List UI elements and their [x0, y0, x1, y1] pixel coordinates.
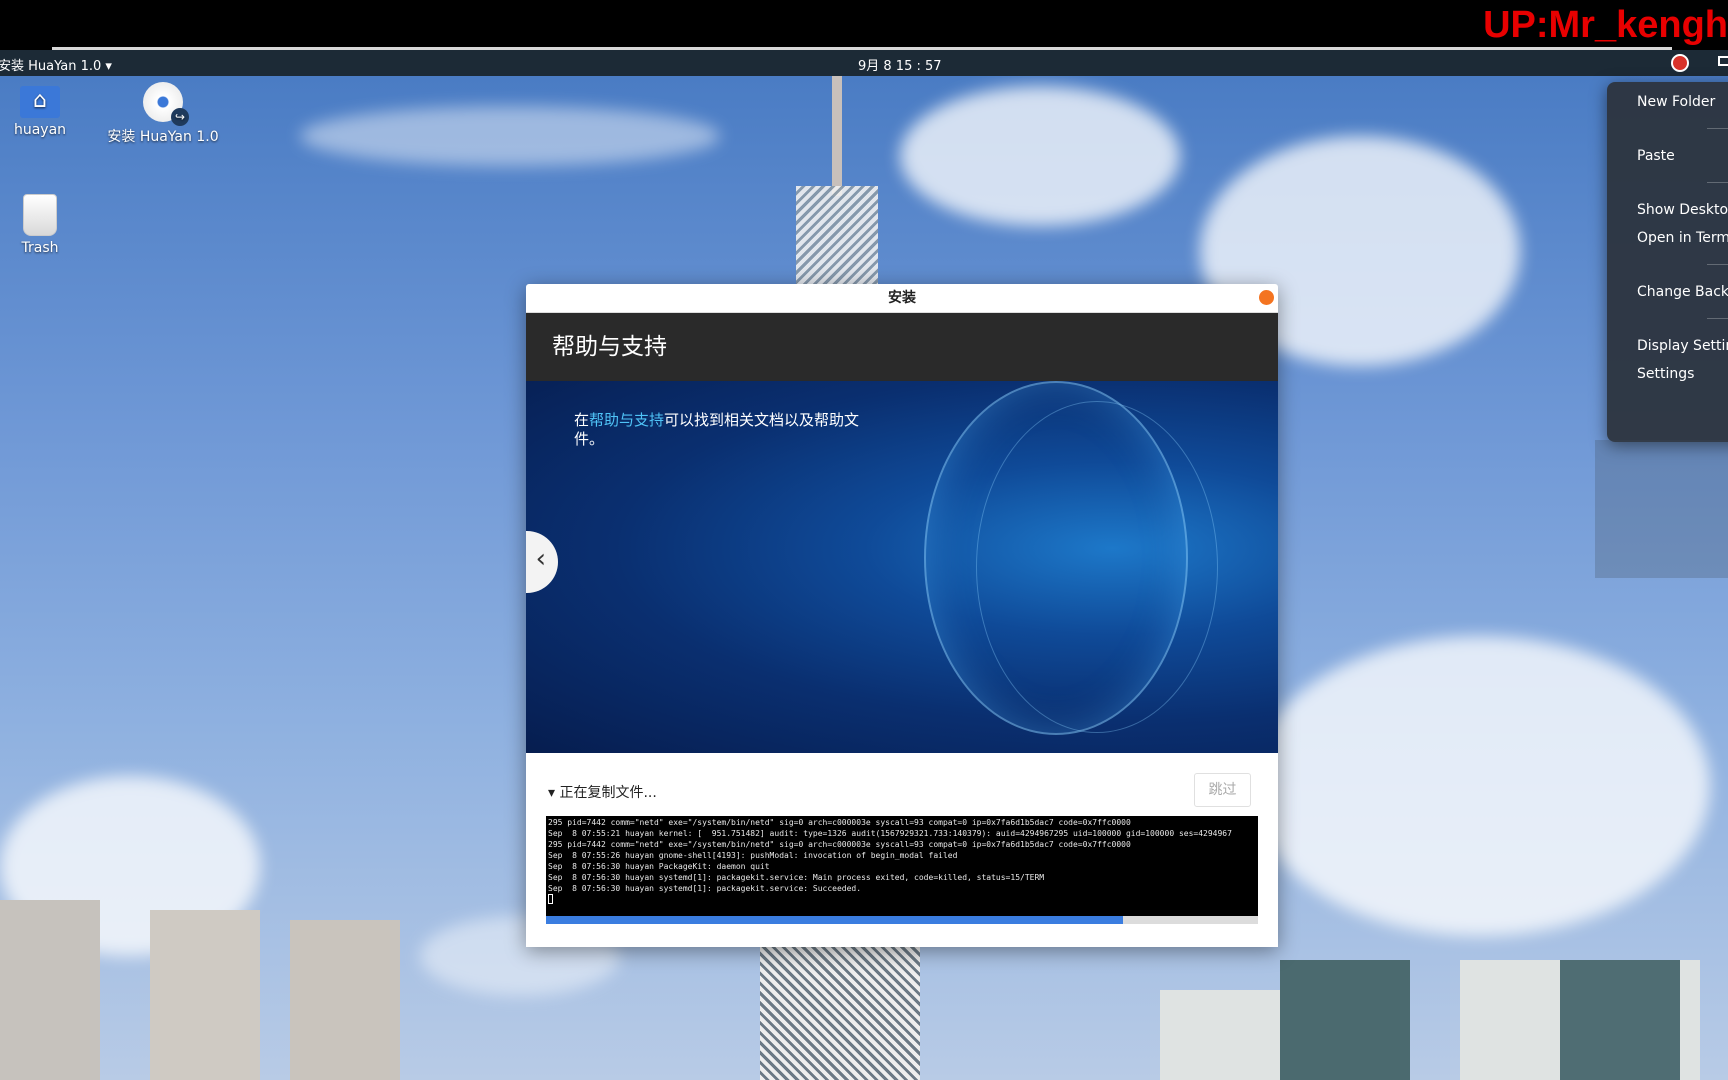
menu-item-display-settings[interactable]: Display Settings	[1637, 338, 1728, 354]
progress-fill	[546, 916, 1123, 924]
desktop-icon-trash[interactable]: Trash	[8, 194, 72, 256]
desktop-icon-label: Trash	[21, 240, 59, 256]
menu-separator	[1707, 182, 1728, 183]
log-line: 295 pid=7442 comm="netd" exe="/system/bi…	[548, 818, 1131, 827]
triangle-down-icon: ▾	[548, 785, 556, 801]
log-line: Sep 8 07:55:21 huayan kernel: [ 951.7514…	[548, 829, 1232, 838]
desktop-icon-installer[interactable]: 安装 HuaYan 1.0	[103, 82, 223, 146]
desktop-icon-label: 安装 HuaYan 1.0	[107, 129, 219, 145]
network-indicator-icon[interactable]	[1671, 54, 1689, 72]
log-line: Sep 8 07:56:30 huayan systemd[1]: packag…	[548, 873, 1045, 882]
recording-black-bar	[0, 0, 1728, 50]
install-progress-area: ▾ 正在复制文件... 跳过 295 pid=7442 comm="netd" …	[526, 753, 1278, 948]
menu-item-open-terminal[interactable]: Open in Terminal	[1637, 230, 1728, 246]
watermark-text: UP:Mr_kengh	[1483, 4, 1728, 46]
app-menu[interactable]: 安装 HuaYan 1.0 ▾	[0, 55, 112, 74]
skip-button[interactable]: 跳过	[1194, 773, 1251, 807]
close-icon[interactable]	[1259, 290, 1274, 305]
status-expander[interactable]: ▾ 正在复制文件...	[548, 782, 657, 802]
log-line: Sep 8 07:56:30 huayan PackageKit: daemon…	[548, 862, 770, 871]
desktop-context-menu: New Folder Paste Show Desktop Open in Te…	[1607, 82, 1728, 442]
install-progress-bar	[546, 916, 1258, 924]
previous-slide-button[interactable]: ‹	[526, 531, 558, 593]
window-title: 安装	[888, 290, 916, 306]
help-support-link[interactable]: 帮助与支持	[589, 411, 664, 429]
slideshow: 在帮助与支持可以找到相关文档以及帮助文件。 ‹	[526, 381, 1278, 753]
menu-item-settings[interactable]: Settings	[1637, 366, 1694, 382]
menu-item-show-desktop[interactable]: Show Desktop	[1637, 202, 1728, 218]
installer-window: 安装 帮助与支持 在帮助与支持可以找到相关文档以及帮助文件。 ‹ ▾ 正在复制文…	[526, 284, 1278, 947]
chevron-down-icon: ▾	[105, 59, 112, 74]
log-line: Sep 8 07:55:26 huayan gnome-shell[4193]:…	[548, 851, 958, 860]
window-titlebar[interactable]: 安装	[526, 284, 1278, 313]
tower-spire	[832, 76, 842, 196]
home-folder-icon	[20, 86, 60, 118]
screen-indicator-icon[interactable]	[1718, 56, 1728, 66]
status-text: 正在复制文件...	[559, 785, 657, 801]
desktop-icon-home[interactable]: huayan	[8, 86, 72, 138]
install-log-terminal[interactable]: 295 pid=7442 comm="netd" exe="/system/bi…	[546, 816, 1258, 916]
menu-item-new-folder[interactable]: New Folder	[1637, 94, 1715, 110]
menu-item-change-background[interactable]: Change Background	[1637, 284, 1728, 300]
tower-base	[760, 936, 920, 1080]
slide-header: 帮助与支持	[526, 313, 1278, 381]
clock[interactable]: 9月 8 15 : 57	[858, 55, 942, 74]
menu-separator	[1707, 264, 1728, 265]
menu-separator	[1707, 318, 1728, 319]
log-line: Sep 8 07:56:30 huayan systemd[1]: packag…	[548, 884, 862, 893]
terminal-cursor	[548, 894, 553, 904]
slide-title: 帮助与支持	[552, 334, 667, 360]
top-panel: 安装 HuaYan 1.0 ▾ 9月 8 15 : 57	[0, 50, 1728, 76]
desktop-icon-label: huayan	[13, 122, 67, 138]
app-menu-label: 安装 HuaYan 1.0	[0, 59, 102, 74]
menu-separator	[1707, 128, 1728, 129]
faded-overlay-panel	[1595, 440, 1728, 578]
menu-item-paste[interactable]: Paste	[1637, 148, 1675, 164]
slide-text: 在帮助与支持可以找到相关文档以及帮助文件。	[574, 411, 860, 448]
decorative-halo	[976, 401, 1218, 733]
log-line: 295 pid=7442 comm="netd" exe="/system/bi…	[548, 840, 1131, 849]
trash-icon	[23, 194, 57, 236]
installer-disc-icon	[143, 82, 189, 126]
chevron-left-icon: ‹	[535, 544, 546, 574]
